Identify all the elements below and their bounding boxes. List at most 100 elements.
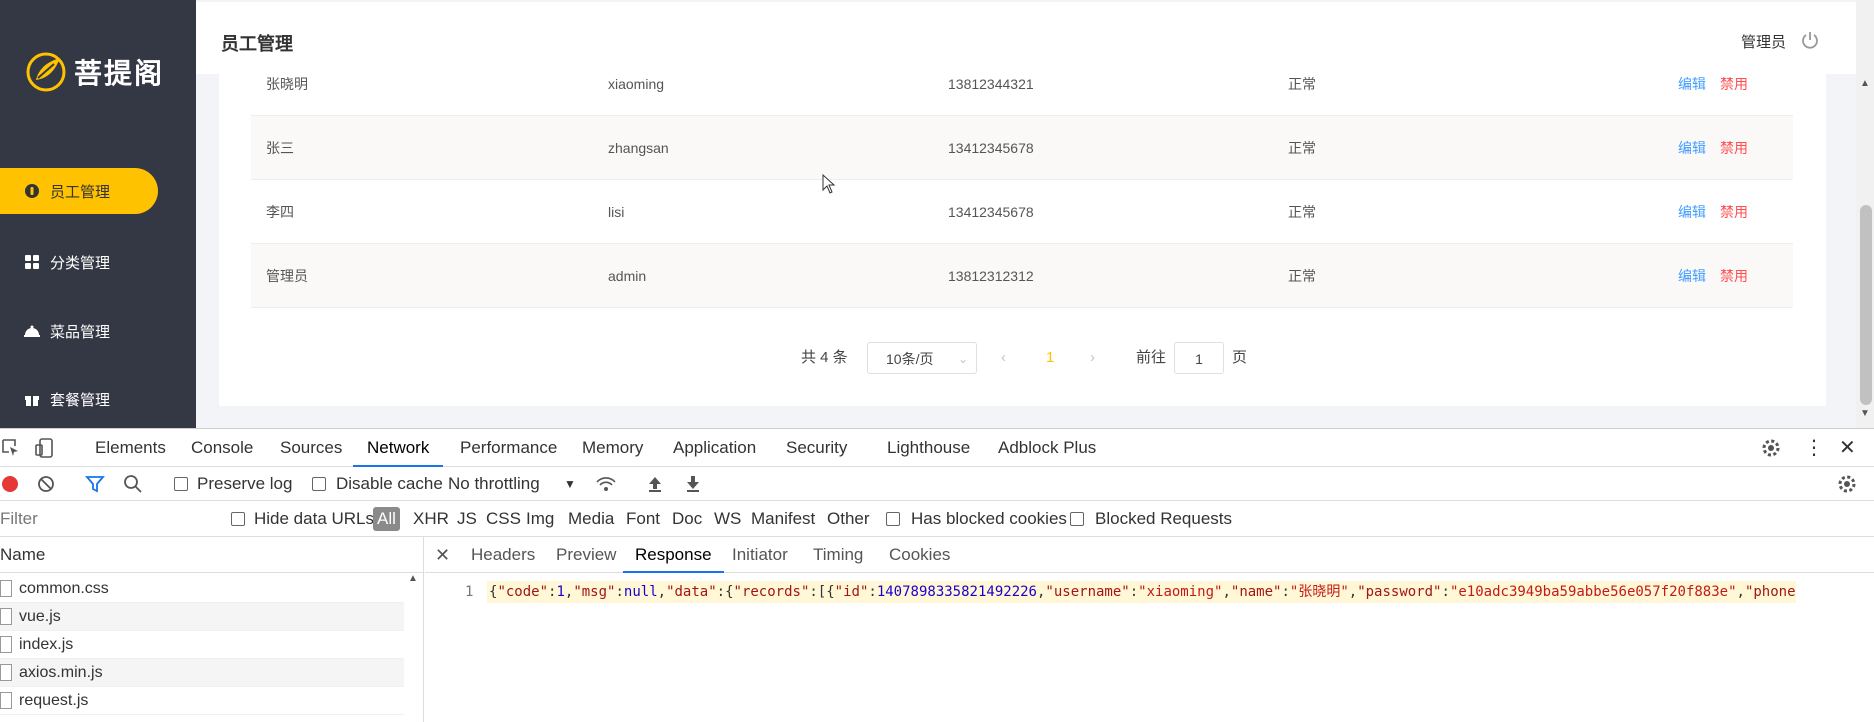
preserve-log-label: Preserve log [197, 474, 293, 493]
edit-link[interactable]: 编辑 [1678, 74, 1706, 94]
request-row[interactable]: index.js [0, 631, 404, 659]
goto-page-input[interactable]: 1 [1174, 342, 1224, 374]
more-options-icon[interactable]: ⋮ [1804, 429, 1824, 467]
disable-cache-checkbox[interactable] [312, 477, 326, 491]
gear-icon[interactable] [1760, 437, 1782, 459]
filter-type-css[interactable]: CSS [486, 501, 521, 537]
sidebar-item-label: 菜品管理 [50, 323, 111, 341]
tab-lighthouse[interactable]: Lighthouse [887, 429, 970, 467]
tab-console[interactable]: Console [191, 429, 253, 467]
page-number[interactable]: 1 [1046, 342, 1054, 374]
json-token: : [1441, 584, 1450, 600]
next-page-button[interactable]: › [1090, 342, 1095, 374]
device-toolbar-icon[interactable] [34, 437, 56, 459]
filter-type-manifest[interactable]: Manifest [751, 501, 815, 537]
tab-headers[interactable]: Headers [471, 537, 535, 573]
inspect-element-icon[interactable] [0, 437, 22, 459]
filter-type-all[interactable]: All [373, 507, 400, 531]
scrollbar-thumb[interactable] [1860, 205, 1872, 405]
request-row[interactable]: common.css [0, 575, 404, 603]
prev-page-button[interactable]: ‹ [1001, 342, 1006, 374]
filter-type-doc[interactable]: Doc [672, 501, 702, 537]
filter-icon[interactable] [84, 473, 106, 495]
network-conditions-icon[interactable] [595, 473, 617, 495]
response-body[interactable]: 1 {"code":1,"msg":null,"data":{"records"… [425, 581, 1874, 605]
network-settings-gear-icon[interactable] [1836, 473, 1858, 495]
tab-initiator[interactable]: Initiator [732, 537, 788, 573]
json-token: , [657, 584, 667, 600]
tab-performance[interactable]: Performance [460, 429, 557, 467]
filter-type-media[interactable]: Media [568, 501, 614, 537]
employee-username: admin [608, 267, 647, 284]
close-detail-icon[interactable]: ✕ [435, 537, 450, 573]
tab-network[interactable]: Network [353, 429, 444, 467]
record-icon[interactable] [2, 476, 18, 492]
request-row[interactable]: request.js [0, 687, 404, 715]
chevron-down-icon[interactable]: ▼ [564, 467, 576, 501]
hide-data-urls-checkbox[interactable] [231, 512, 245, 526]
request-name: vue.js [19, 608, 61, 625]
tab-memory[interactable]: Memory [582, 429, 643, 467]
disable-link[interactable]: 禁用 [1720, 138, 1748, 158]
filter-type-other[interactable]: Other [827, 501, 870, 537]
scroll-up-icon[interactable]: ▲ [404, 573, 422, 722]
download-icon[interactable] [682, 473, 704, 495]
page-scrollbar[interactable]: ▲ ▼ [1856, 0, 1874, 428]
request-row[interactable]: axios.min.js [0, 659, 404, 687]
edit-link[interactable]: 编辑 [1678, 202, 1706, 222]
edit-link[interactable]: 编辑 [1678, 266, 1706, 286]
json-token: "e10adc3949ba59abbe56e057f20f883e" [1449, 584, 1737, 600]
tab-response[interactable]: Response [623, 537, 724, 573]
filter-type-xhr[interactable]: XHR [413, 501, 449, 537]
power-icon[interactable] [1800, 30, 1820, 50]
filter-type-font[interactable]: Font [626, 501, 660, 537]
disable-link[interactable]: 禁用 [1720, 74, 1748, 94]
employee-phone: 13812312312 [948, 267, 1034, 284]
tab-sources[interactable]: Sources [280, 429, 342, 467]
line-number: 1 [465, 584, 474, 600]
throttling-select[interactable]: No throttling [448, 467, 540, 501]
json-token: "username" [1045, 584, 1130, 600]
employee-status: 正常 [1288, 203, 1316, 220]
tab-adblock-plus[interactable]: Adblock Plus [998, 429, 1096, 467]
request-row[interactable]: vue.js [0, 603, 404, 631]
has-blocked-cookies-checkbox[interactable] [886, 512, 900, 526]
scroll-down-icon[interactable]: ▼ [1860, 408, 1870, 419]
tab-security[interactable]: Security [786, 429, 847, 467]
sidebar-item-dish[interactable]: 菜品管理 [0, 308, 158, 354]
search-icon[interactable] [122, 473, 144, 495]
disable-link[interactable]: 禁用 [1720, 202, 1748, 222]
table-row: 张三 zhangsan 13412345678 正常 编辑 禁用 [251, 116, 1793, 180]
table-row: 李四 lisi 13412345678 正常 编辑 禁用 [251, 180, 1793, 244]
upload-icon[interactable] [644, 473, 666, 495]
filter-type-js[interactable]: JS [457, 501, 477, 537]
blocked-requests-checkbox[interactable] [1070, 512, 1084, 526]
employee-status: 正常 [1288, 267, 1316, 284]
request-name: index.js [19, 636, 74, 653]
page-size-select[interactable]: 10条/页 ⌄ [867, 342, 977, 374]
tab-cookies[interactable]: Cookies [889, 537, 950, 573]
filter-input[interactable]: Filter [0, 501, 212, 537]
edit-link[interactable]: 编辑 [1678, 138, 1706, 158]
blocked-requests-label: Blocked Requests [1095, 509, 1233, 528]
sidebar-item-label: 套餐管理 [50, 391, 111, 409]
sidebar-item-category[interactable]: 分类管理 [0, 239, 158, 285]
tab-preview[interactable]: Preview [556, 537, 616, 573]
close-icon[interactable]: ✕ [1839, 429, 1856, 467]
sidebar-item-combo[interactable]: 套餐管理 [0, 376, 158, 422]
filter-type-img[interactable]: Img [526, 501, 554, 537]
json-token: "name" [1230, 584, 1282, 600]
filter-type-ws[interactable]: WS [714, 501, 741, 537]
disable-link[interactable]: 禁用 [1720, 266, 1748, 286]
json-token: :{ [716, 584, 734, 600]
leaf-logo-icon [26, 52, 66, 92]
tab-application[interactable]: Application [673, 429, 756, 467]
tab-elements[interactable]: Elements [95, 429, 166, 467]
json-token: : [1281, 584, 1290, 600]
name-column-header[interactable]: Name [0, 537, 424, 573]
preserve-log-checkbox[interactable] [174, 477, 188, 491]
clear-icon[interactable] [35, 473, 57, 495]
sidebar-item-employee[interactable]: 员工管理 [0, 168, 158, 214]
tab-timing[interactable]: Timing [813, 537, 863, 573]
scroll-up-icon[interactable]: ▲ [1860, 78, 1870, 89]
